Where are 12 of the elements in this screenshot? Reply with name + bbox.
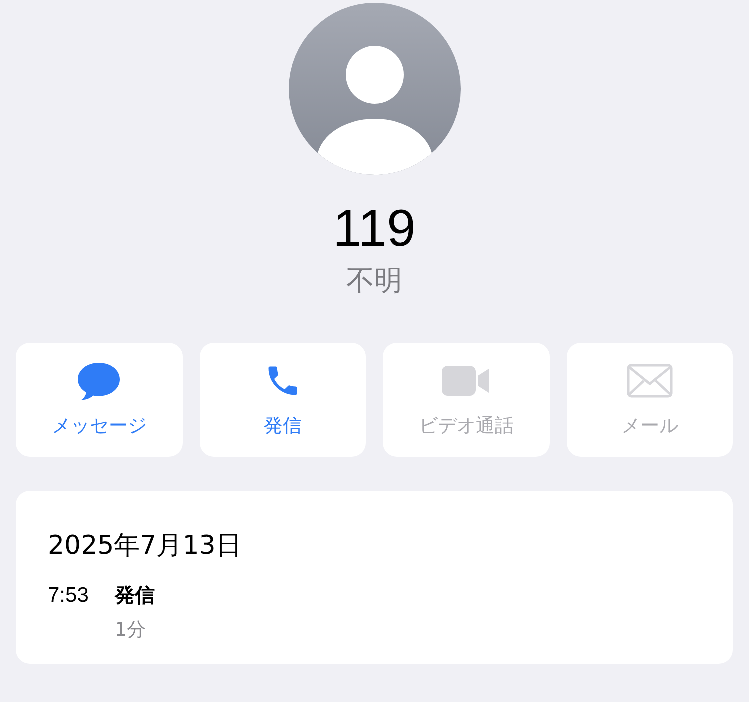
action-button[interactable]: 発信: [200, 343, 366, 457]
action-button[interactable]: メッセージ: [16, 343, 182, 457]
contact-name: 119: [333, 203, 416, 255]
call-duration: 1分: [115, 621, 148, 640]
contact-label: 不明: [346, 267, 402, 295]
call-type: 発信: [115, 585, 155, 605]
avatar-icon: [288, 3, 460, 175]
speech-bubble-icon: [76, 360, 122, 401]
video-camera-icon: [441, 364, 492, 397]
call-date: 2025年7月13日: [48, 533, 243, 559]
envelope-icon: [626, 364, 673, 398]
call-time: 7:53: [48, 585, 90, 609]
